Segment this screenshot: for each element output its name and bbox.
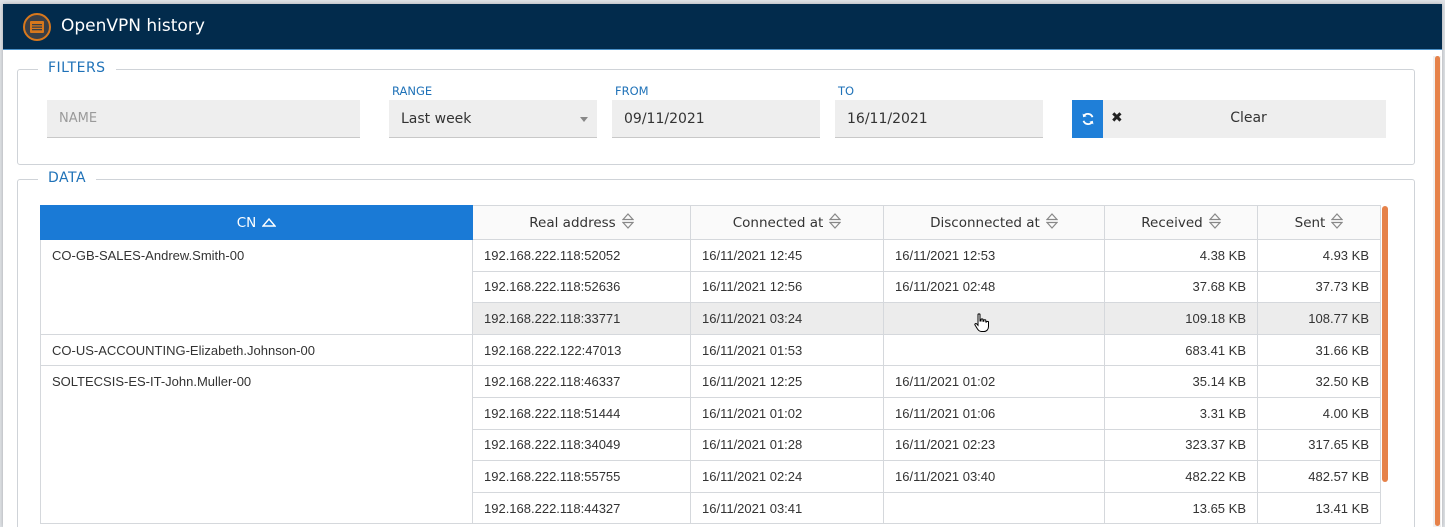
column-header-label: CN [236,214,257,231]
cell-connected-at: 16/11/2021 03:24 [690,302,884,335]
cell-real-address: 192.168.222.118:55755 [472,460,691,493]
column-header-received[interactable]: Received [1104,205,1258,240]
cell-cn: SOLTECSIS-ES-IT-John.Muller-00 [40,365,473,525]
list-icon [23,13,51,41]
cell-received: 109.18 KB [1104,302,1258,335]
column-header-disconnected-at[interactable]: Disconnected at [883,205,1105,240]
column-header-sent[interactable]: Sent [1257,205,1381,240]
sort-ascending-icon [261,215,277,231]
range-value: Last week [401,111,472,127]
to-date-field[interactable]: 16/11/2021 [835,100,1043,138]
clear-button-label: Clear [1230,110,1267,126]
cell-disconnected-at: 16/11/2021 01:02 [883,365,1105,398]
dialog-scrollbar-thumb[interactable] [1435,56,1440,526]
cell-cn: CO-US-ACCOUNTING-Elizabeth.Johnson-00 [40,333,473,367]
sort-icon [621,212,635,233]
column-header-connected-at[interactable]: Connected at [690,205,884,240]
cell-received: 13.65 KB [1104,491,1258,525]
table-row[interactable]: SOLTECSIS-ES-IT-John.Muller-00 192.168.22… [40,365,1381,525]
column-header-label: Disconnected at [930,214,1040,231]
dialog-title: OpenVPN history [61,16,205,36]
cell-connected-at: 16/11/2021 12:56 [690,270,884,304]
refresh-icon [1082,113,1093,125]
cell-received: 4.38 KB [1104,239,1258,272]
column-header-label: Received [1141,214,1203,231]
cell-received: 482.22 KB [1104,460,1258,493]
cell-connected-at: 16/11/2021 12:45 [690,239,884,272]
cell-received: 37.68 KB [1104,270,1258,304]
cell-connected-at: 16/11/2021 02:24 [690,460,884,493]
cell-connected-at: 16/11/2021 01:02 [690,396,884,430]
table-row[interactable]: CO-GB-SALES-Andrew.Smith-00 192.168.222.1… [40,239,1381,335]
cell-received: 3.31 KB [1104,396,1258,430]
column-header-real-address[interactable]: Real address [472,205,691,240]
cell-disconnected-at: 16/11/2021 01:06 [883,396,1105,430]
data-legend: DATA [38,170,97,186]
column-header-label: Real address [529,214,616,231]
from-label: FROM [615,84,649,98]
history-table: CN Real address Connected at Disconnecte… [40,205,1381,525]
cell-sent: 13.41 KB [1257,491,1381,525]
table-header-row: CN Real address Connected at Disconnecte… [40,205,1381,240]
cell-cn: CO-GB-SALES-Andrew.Smith-00 [40,239,473,335]
cell-sent: 482.57 KB [1257,460,1381,493]
filters-legend: FILTERS [38,60,116,76]
dialog-titlebar: OpenVPN history [3,4,1442,50]
cell-disconnected-at: 16/11/2021 03:40 [883,460,1105,493]
cell-real-address: 192.168.222.118:34049 [472,428,691,462]
chevron-down-icon [580,117,588,122]
sort-icon [1045,212,1059,233]
cell-real-address: 192.168.222.118:52636 [472,270,691,304]
cell-disconnected-at: 16/11/2021 12:53 [883,239,1105,272]
from-date-field[interactable]: 09/11/2021 [612,100,820,138]
name-input[interactable]: NAME [47,100,360,138]
range-label: RANGE [392,84,433,98]
table-row[interactable]: CO-US-ACCOUNTING-Elizabeth.Johnson-00 192… [40,333,1381,367]
table-body: CO-GB-SALES-Andrew.Smith-00 192.168.222.1… [40,239,1381,525]
sort-icon [1331,212,1344,233]
table-scrollbar-thumb[interactable] [1382,206,1388,482]
cell-sent: 317.65 KB [1257,428,1381,462]
column-header-cn[interactable]: CN [40,205,473,240]
cell-sent: 4.93 KB [1257,239,1381,272]
cell-disconnected-at [883,302,1105,335]
column-header-label: Sent [1294,214,1326,231]
cell-sent: 37.73 KB [1257,270,1381,304]
cell-disconnected-at [883,333,1105,367]
cell-real-address: 192.168.222.118:33771 [472,302,691,335]
range-select[interactable]: Last week [389,100,597,138]
cell-connected-at: 16/11/2021 12:25 [690,365,884,398]
sort-icon [1208,212,1222,233]
cell-sent: 108.77 KB [1257,302,1381,335]
cell-real-address: 192.168.222.118:46337 [472,365,691,398]
cell-real-address: 192.168.222.118:44327 [472,491,691,525]
refresh-button[interactable] [1072,100,1103,138]
cell-received: 683.41 KB [1104,333,1258,367]
column-header-label: Connected at [732,214,824,231]
cell-sent: 4.00 KB [1257,396,1381,430]
cell-connected-at: 16/11/2021 01:28 [690,428,884,462]
cell-received: 323.37 KB [1104,428,1258,462]
cell-disconnected-at [883,491,1105,525]
cell-real-address: 192.168.222.118:52052 [472,239,691,272]
cell-sent: 31.66 KB [1257,333,1381,367]
sort-icon [828,212,842,233]
cell-connected-at: 16/11/2021 03:41 [690,491,884,525]
openvpn-history-dialog: OpenVPN history FILTERS NAME RANGE Last … [3,4,1442,527]
cell-disconnected-at: 16/11/2021 02:23 [883,428,1105,462]
to-label: TO [838,84,855,98]
cell-sent: 32.50 KB [1257,365,1381,398]
clear-button[interactable]: ✖ Clear [1103,100,1386,138]
cell-real-address: 192.168.222.118:51444 [472,396,691,430]
cell-disconnected-at: 16/11/2021 02:48 [883,270,1105,304]
cell-received: 35.14 KB [1104,365,1258,398]
cell-connected-at: 16/11/2021 01:53 [690,333,884,367]
hand-cursor-icon [973,313,991,337]
cell-real-address: 192.168.222.122:47013 [472,333,691,367]
